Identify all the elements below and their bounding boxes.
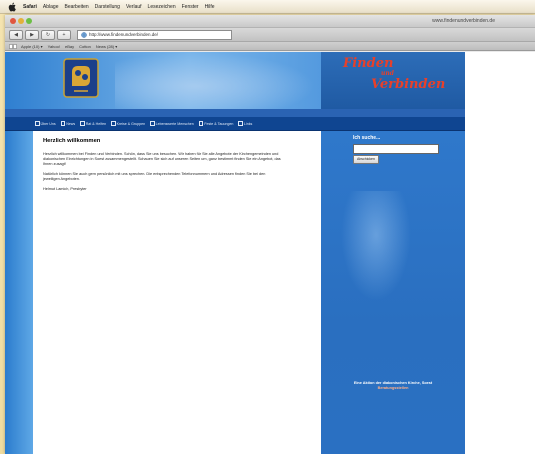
title-bar[interactable]: www.findenundverbinden.de [5, 15, 535, 28]
bookmark-news[interactable]: News (28) ▾ [96, 44, 117, 49]
search-submit-button[interactable]: Abschicken [353, 155, 379, 164]
sidebar-note-text: Eine Aktion der diakonischen Kirche, Soe… [353, 381, 433, 385]
nav-kreise-gruppen[interactable]: Kreise & Gruppen [111, 121, 145, 126]
nav-bullet-icon [60, 121, 66, 126]
nav-links[interactable]: Links [238, 121, 252, 126]
brand-verbinden: Verbinden [371, 77, 446, 92]
bookmark-yahoo[interactable]: Yahoo! [48, 44, 60, 49]
nav-bullet-icon [111, 121, 116, 126]
bookmark-cotton[interactable]: Cotton [79, 44, 91, 49]
nav-rat-helfen[interactable]: Rat & Helfen [80, 121, 106, 126]
bookmarks-book-icon[interactable] [9, 43, 17, 49]
close-window-button[interactable] [10, 18, 16, 24]
sidebar-note: Eine Aktion der diakonischen Kirche, Soe… [329, 381, 457, 391]
apple-icon[interactable] [8, 2, 17, 12]
back-button[interactable]: ◀ [9, 29, 23, 40]
menu-ablage[interactable]: Ablage [43, 4, 59, 10]
url-text: http://www.findenundverbinden.de/ [89, 31, 159, 37]
signature: Helmut Lamich, Presbyter [43, 187, 87, 191]
nav-news[interactable]: News [60, 121, 75, 126]
browser-toolbar: ◀ ▶ ↻ + http://www.findenundverbinden.de… [5, 28, 535, 42]
site-logo[interactable] [63, 58, 99, 98]
bookmark-apple[interactable]: Apple (10) ▾ [21, 44, 43, 49]
nav-ueber-uns[interactable]: Über Uns [35, 121, 56, 126]
nav-feste-tauungen[interactable]: Feste & Tauungen [198, 121, 233, 126]
desktop: Safari Ablage Bearbeiten Darstellung Ver… [0, 0, 535, 454]
address-bar[interactable]: http://www.findenundverbinden.de/ [77, 29, 232, 40]
sidebar: Ich suche... Abschicken Eine Aktion der … [321, 131, 465, 454]
sidebar-note-link[interactable]: Beratungsstellen [329, 386, 457, 391]
page-title: Herzlich willkommen [43, 138, 101, 144]
menu-lesezeichen[interactable]: Lesezeichen [148, 4, 176, 10]
menu-verlauf[interactable]: Verlauf [126, 4, 142, 10]
window-title: www.findenundverbinden.de [432, 18, 495, 24]
browser-window: www.findenundverbinden.de ◀ ▶ ↻ + http:/… [5, 15, 535, 454]
nav-bullet-icon [150, 121, 155, 126]
add-bookmark-button[interactable]: + [57, 29, 71, 40]
sidebar-background-image [341, 191, 411, 301]
welcome-paragraph: Herzlich willkommen bei Finden und Verbi… [43, 152, 281, 166]
forward-button[interactable]: ▶ [25, 29, 39, 40]
nav-lebenswerte-menschen[interactable]: Lebenswerte Menschen [150, 121, 194, 126]
site-icon [81, 31, 87, 38]
menu-fenster[interactable]: Fenster [182, 4, 199, 10]
site-header: Finden und Verbinden [5, 52, 465, 109]
brand-finden: Finden [343, 56, 394, 71]
nav-bullet-icon [80, 121, 85, 126]
page-right-margin [465, 52, 535, 454]
minimize-window-button[interactable] [18, 18, 24, 24]
web-page: Finden und Verbinden Über Uns News Rat &… [5, 52, 535, 454]
brand-banner: Finden und Verbinden [321, 52, 465, 109]
search-input[interactable] [353, 144, 439, 154]
zoom-window-button[interactable] [26, 18, 32, 24]
main-content: Herzlich willkommen Herzlich willkommen … [43, 138, 283, 197]
brand-und: und [381, 70, 394, 77]
search-label: Ich suche... [353, 135, 381, 141]
header-divider [5, 109, 465, 117]
menu-bar: Safari Ablage Bearbeiten Darstellung Ver… [0, 0, 535, 14]
menu-darstellung[interactable]: Darstellung [95, 4, 120, 10]
nav-bullet-icon [198, 121, 204, 126]
menu-hilfe[interactable]: Hilfe [205, 4, 215, 10]
header-image [115, 52, 315, 109]
bookmarks-bar: Apple (10) ▾ Yahoo! eBay Cotton News (28… [5, 42, 535, 51]
reload-button[interactable]: ↻ [41, 29, 55, 40]
main-navigation: Über Uns News Rat & Helfen Kreise & Grup… [5, 117, 465, 131]
nav-bullet-icon [238, 121, 243, 126]
bookmark-ebay[interactable]: eBay [65, 44, 74, 49]
nav-bullet-icon [35, 121, 40, 126]
menu-bearbeiten[interactable]: Bearbeiten [64, 4, 88, 10]
contact-paragraph: Natürlich können Sie auch gern persönlic… [43, 172, 266, 181]
menu-safari[interactable]: Safari [23, 4, 37, 10]
